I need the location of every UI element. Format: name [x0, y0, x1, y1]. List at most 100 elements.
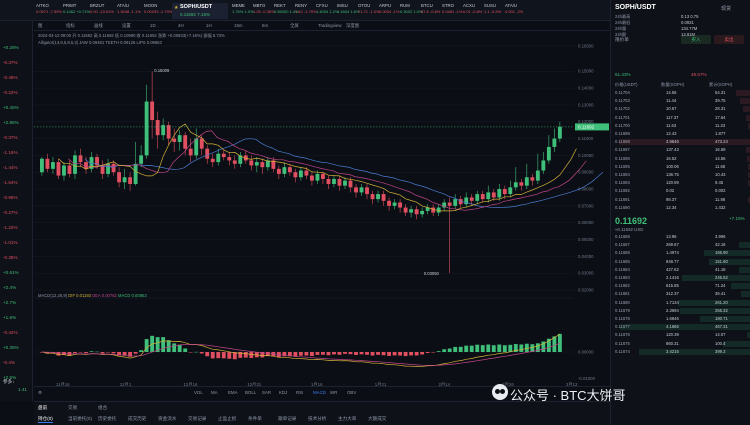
indicator-tab[interactable]: BOLL: [245, 390, 256, 395]
ob-row[interactable]: 0.11695 100.06 11.68: [611, 163, 750, 170]
ob-row[interactable]: 0.11703 11.44 39.75: [611, 98, 750, 105]
watchlist-change[interactable]: -0.95%: [3, 195, 18, 200]
indicator-tab[interactable]: MACD: [313, 390, 326, 395]
ob-row[interactable]: 0.11684 427.62 41.18: [611, 266, 750, 273]
ob-row[interactable]: 0.11677 4.1666 467.31: [611, 324, 750, 331]
ob-row[interactable]: 0.11699 12.43 1.877: [611, 131, 750, 137]
ob-row[interactable]: 0.11694 136.75 10.43: [611, 172, 750, 178]
ob-row[interactable]: 0.11685 848.77 151.60: [611, 258, 750, 265]
toolbar-item[interactable]: 4H: [178, 23, 184, 28]
ob-row[interactable]: 0.11682 615.85 71.24: [611, 283, 750, 290]
bottom-right-tab[interactable]: 盘前: [38, 405, 47, 411]
bottom-tab[interactable]: 历史委托: [98, 416, 116, 422]
sell-tab-button[interactable]: 卖出: [714, 35, 744, 44]
toolbar-item[interactable]: 深度图: [346, 23, 359, 29]
watchlist-change[interactable]: +2.6%: [3, 375, 16, 380]
watchlist-change[interactable]: -0.4%: [3, 360, 15, 365]
indicator-settings-icon[interactable]: ⚙: [38, 390, 42, 396]
watchlist-change[interactable]: -0.35%: [3, 255, 18, 260]
bottom-right-tab[interactable]: 组合: [98, 405, 107, 411]
watchlist-change[interactable]: -1.01%: [3, 240, 18, 245]
bottom-tab[interactable]: 止盈止损: [218, 416, 236, 422]
bottom-tab[interactable]: 技术分析: [308, 416, 326, 422]
ob-row[interactable]: 0.11691 98.37 11.98: [611, 196, 750, 203]
indicator-tab[interactable]: EMA: [228, 390, 238, 395]
ob-row[interactable]: 0.11697 137.43 16.69: [611, 147, 750, 154]
ob-row[interactable]: 0.11702 10.67 28.31: [611, 106, 750, 113]
watchlist-change[interactable]: -1.64%: [3, 180, 18, 185]
ob-row[interactable]: 0.11683 2.1416 245.62: [611, 275, 750, 281]
ob-row[interactable]: 0.11676 120.39 14.07: [611, 332, 750, 339]
chart-area[interactable]: 2024-03-12 09:00 开 0.11692 高 0.11692 低 0…: [34, 32, 610, 400]
ob-row[interactable]: 0.11679 2.3694 255.32: [611, 307, 750, 314]
watchlist-change[interactable]: +2.4%: [3, 285, 16, 290]
ob-row[interactable]: 0.11704 14.56 54.31: [611, 90, 750, 96]
market-tab[interactable]: MOON 0.00293 -1.79%: [142, 2, 176, 19]
ob-row[interactable]: 0.11698 3.9846 473.24: [611, 139, 750, 146]
bottom-tab[interactable]: 持仓(0): [38, 416, 53, 423]
ob-row[interactable]: 0.11678 1.6846 180.71: [611, 316, 750, 322]
star-icon[interactable]: ★: [174, 5, 178, 11]
watchlist-change[interactable]: -0.22%: [3, 90, 18, 95]
watchlist-change[interactable]: +2.7%: [3, 300, 16, 305]
indicator-tab[interactable]: OBV: [347, 390, 356, 395]
candle-body: [453, 199, 458, 206]
watchlist-change[interactable]: -0.42%: [3, 330, 18, 335]
ob-row[interactable]: 0.11681 312.37 36.41: [611, 291, 750, 298]
bottom-tab[interactable]: 交易记录: [188, 416, 206, 422]
bottom-tab[interactable]: 主力大单: [338, 416, 356, 422]
indicator-tab[interactable]: KDJ: [279, 390, 287, 395]
watchlist-change[interactable]: +2.85%: [3, 120, 19, 125]
toolbar-item[interactable]: 1D: [150, 23, 156, 28]
bottom-tab[interactable]: 当前委托(0): [68, 416, 92, 422]
ob-row[interactable]: 0.11680 1.7134 261.20: [611, 299, 750, 306]
ob-row[interactable]: 0.11687 269.67 42.16: [611, 242, 750, 249]
watchlist-change[interactable]: -0.37%: [3, 135, 18, 140]
toolbar-item[interactable]: 图: [38, 23, 42, 29]
active-pair-tab[interactable]: SOPH/USDT 0.11692 7.16% ★: [172, 3, 228, 19]
ob-row[interactable]: 0.11690 12.34 1.432: [611, 205, 750, 211]
ob-row[interactable]: 0.11700 11.63 11.23: [611, 122, 750, 129]
bottom-right-tab[interactable]: 交易: [68, 405, 77, 411]
ob-row[interactable]: 0.11696 16.52 14.56: [611, 155, 750, 162]
ob-row[interactable]: 0.11686 1.4974 166.90: [611, 250, 750, 257]
indicator-tab[interactable]: RSI: [296, 390, 303, 395]
indicator-tab[interactable]: WR: [330, 390, 337, 395]
watchlist-change[interactable]: +0.45%: [3, 105, 19, 110]
toolbar-item[interactable]: 全屏: [290, 23, 299, 29]
watchlist-change[interactable]: -0.37%: [3, 60, 18, 65]
watchlist-change[interactable]: -1.22%: [3, 225, 18, 230]
indicator-tab[interactable]: SAR: [262, 390, 271, 395]
indicator-tab[interactable]: VOL: [194, 390, 203, 395]
watchlist-change[interactable]: +0.28%: [3, 45, 19, 50]
indicator-tab[interactable]: MA: [211, 390, 218, 395]
ob-row[interactable]: 0.11693 120.99 9.45: [611, 180, 750, 187]
market-tab[interactable]: ATA/U 0.001 -2%: [503, 2, 537, 19]
watchlist-change[interactable]: +0.61%: [3, 270, 19, 275]
bottom-tab[interactable]: 成交历史: [128, 416, 146, 422]
price-chart-svg[interactable]: 0.165000.150000.140000.130000.120000.110…: [34, 32, 610, 400]
ob-row[interactable]: 0.11692 0.02 0.002: [611, 188, 750, 194]
toolbar-item[interactable]: Tradingview: [318, 23, 342, 28]
toolbar-item[interactable]: 指标: [66, 23, 75, 29]
ob-cell: 261.20: [715, 299, 728, 305]
ob-row[interactable]: 0.11674 3.4216 399.3: [611, 348, 750, 355]
watchlist-change[interactable]: -0.27%: [3, 210, 18, 215]
watchlist-change[interactable]: +0.35%: [3, 345, 19, 350]
watchlist-change[interactable]: -1.16%: [3, 150, 18, 155]
bottom-tab[interactable]: 条件单: [248, 416, 262, 422]
ob-row[interactable]: 0.11675 860.31 100.4: [611, 340, 750, 347]
toolbar-item[interactable]: 画线: [94, 23, 103, 29]
toolbar-item[interactable]: 5m: [262, 23, 268, 28]
watchlist-change[interactable]: +1.8%: [3, 315, 16, 320]
bottom-tab[interactable]: 跟单记录: [278, 416, 296, 422]
watchlist-change[interactable]: -0.48%: [3, 75, 18, 80]
ob-row[interactable]: 0.11701 117.37 17.64: [611, 114, 750, 121]
bottom-tab[interactable]: 资金流水: [158, 416, 176, 422]
watchlist-change[interactable]: -1.44%: [3, 165, 18, 170]
toolbar-item[interactable]: 1H: [206, 23, 212, 28]
toolbar-item[interactable]: 15m: [234, 23, 243, 28]
toolbar-item[interactable]: 设置: [122, 23, 131, 29]
ob-row[interactable]: 0.11688 13.96 3.996: [611, 234, 750, 240]
bottom-tab[interactable]: 大额成交: [368, 416, 386, 422]
